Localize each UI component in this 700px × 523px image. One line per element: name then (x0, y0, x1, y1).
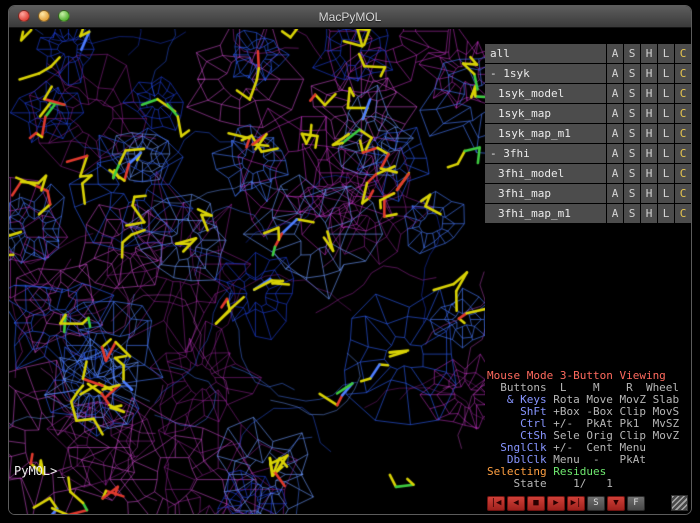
traffic-lights (18, 10, 70, 22)
sidebar: allASHLC- 1sykASHLC1syk_modelASHLC1syk_m… (485, 29, 691, 514)
viewport: PyMOL>_ (9, 29, 485, 514)
window-title: MacPyMOL (319, 10, 382, 24)
vcr-s-button[interactable]: S (587, 496, 605, 511)
object-l-button[interactable]: L (658, 204, 674, 223)
object-row: 1syk_mapASHLC (485, 104, 691, 123)
object-row: 3fhi_mapASHLC (485, 184, 691, 203)
object-a-button[interactable]: A (607, 124, 623, 143)
object-row: 3fhi_modelASHLC (485, 164, 691, 183)
object-c-button[interactable]: C (675, 124, 691, 143)
object-label[interactable]: 1syk_model (485, 84, 606, 103)
object-label[interactable]: all (485, 44, 606, 63)
object-l-button[interactable]: L (658, 184, 674, 203)
main-content: PyMOL>_ allASHLC- 1sykASHLC1syk_modelASH… (9, 29, 691, 514)
object-c-button[interactable]: C (675, 184, 691, 203)
object-a-button[interactable]: A (607, 184, 623, 203)
object-h-button[interactable]: H (641, 104, 657, 123)
object-h-button[interactable]: H (641, 184, 657, 203)
object-h-button[interactable]: H (641, 164, 657, 183)
object-label[interactable]: 1syk_map (485, 104, 606, 123)
object-c-button[interactable]: C (675, 84, 691, 103)
mouse-panel: Mouse Mode 3-Button Viewing Buttons L M … (485, 370, 691, 493)
object-row: - 3fhiASHLC (485, 144, 691, 163)
object-a-button[interactable]: A (607, 44, 623, 63)
object-label[interactable]: 3fhi_map_m1 (485, 204, 606, 223)
viewport-3d[interactable] (9, 29, 485, 514)
object-l-button[interactable]: L (658, 104, 674, 123)
command-prompt[interactable]: PyMOL>_ (14, 464, 65, 478)
object-a-button[interactable]: A (607, 144, 623, 163)
object-c-button[interactable]: C (675, 104, 691, 123)
object-s-button[interactable]: S (624, 84, 640, 103)
object-a-button[interactable]: A (607, 64, 623, 83)
object-h-button[interactable]: H (641, 204, 657, 223)
minimize-button[interactable] (38, 10, 50, 22)
vcr-controls: |◀◀■▶▶|S▼F (485, 493, 691, 514)
object-s-button[interactable]: S (624, 144, 640, 163)
object-s-button[interactable]: S (624, 124, 640, 143)
object-l-button[interactable]: L (658, 64, 674, 83)
object-row: 1syk_map_m1ASHLC (485, 124, 691, 143)
vcr-step-back-button[interactable]: ◀ (507, 496, 525, 511)
state-line[interactable]: State 1/ 1 (487, 478, 691, 490)
vcr-menu-button[interactable]: ▼ (607, 496, 625, 511)
object-s-button[interactable]: S (624, 44, 640, 63)
object-label[interactable]: - 3fhi (485, 144, 606, 163)
vcr-step-forward-button[interactable]: ▶| (567, 496, 585, 511)
vcr-play-button[interactable]: ▶ (547, 496, 565, 511)
object-c-button[interactable]: C (675, 164, 691, 183)
app-window: MacPyMOL PyMOL>_ allASHLC- 1sykASHLC1syk… (8, 5, 692, 515)
object-a-button[interactable]: A (607, 84, 623, 103)
object-s-button[interactable]: S (624, 184, 640, 203)
object-a-button[interactable]: A (607, 164, 623, 183)
prompt-cursor: _ (57, 464, 64, 478)
vcr-stop-button[interactable]: ■ (527, 496, 545, 511)
object-c-button[interactable]: C (675, 144, 691, 163)
resize-grip[interactable] (671, 495, 688, 511)
object-l-button[interactable]: L (658, 124, 674, 143)
object-c-button[interactable]: C (675, 204, 691, 223)
object-h-button[interactable]: H (641, 64, 657, 83)
object-row: allASHLC (485, 44, 691, 63)
object-label[interactable]: 3fhi_model (485, 164, 606, 183)
object-h-button[interactable]: H (641, 44, 657, 63)
object-row: 3fhi_map_m1ASHLC (485, 204, 691, 223)
object-l-button[interactable]: L (658, 164, 674, 183)
object-row: 1syk_modelASHLC (485, 84, 691, 103)
object-label[interactable]: 3fhi_map (485, 184, 606, 203)
object-l-button[interactable]: L (658, 84, 674, 103)
object-h-button[interactable]: H (641, 124, 657, 143)
object-a-button[interactable]: A (607, 104, 623, 123)
titlebar[interactable]: MacPyMOL (9, 6, 691, 28)
object-s-button[interactable]: S (624, 164, 640, 183)
object-c-button[interactable]: C (675, 64, 691, 83)
vcr-f-button[interactable]: F (627, 496, 645, 511)
object-label[interactable]: 1syk_map_m1 (485, 124, 606, 143)
object-s-button[interactable]: S (624, 104, 640, 123)
state-text: State 1/ 1 (487, 477, 613, 490)
object-a-button[interactable]: A (607, 204, 623, 223)
object-c-button[interactable]: C (675, 44, 691, 63)
object-l-button[interactable]: L (658, 44, 674, 63)
zoom-button[interactable] (58, 10, 70, 22)
object-s-button[interactable]: S (624, 204, 640, 223)
object-l-button[interactable]: L (658, 144, 674, 163)
object-panel: allASHLC- 1sykASHLC1syk_modelASHLC1syk_m… (485, 44, 691, 224)
close-button[interactable] (18, 10, 30, 22)
object-label[interactable]: - 1syk (485, 64, 606, 83)
vcr-rewind-button[interactable]: |◀ (487, 496, 505, 511)
object-row: - 1sykASHLC (485, 64, 691, 83)
object-h-button[interactable]: H (641, 84, 657, 103)
prompt-label: PyMOL> (14, 464, 57, 478)
object-s-button[interactable]: S (624, 64, 640, 83)
object-h-button[interactable]: H (641, 144, 657, 163)
